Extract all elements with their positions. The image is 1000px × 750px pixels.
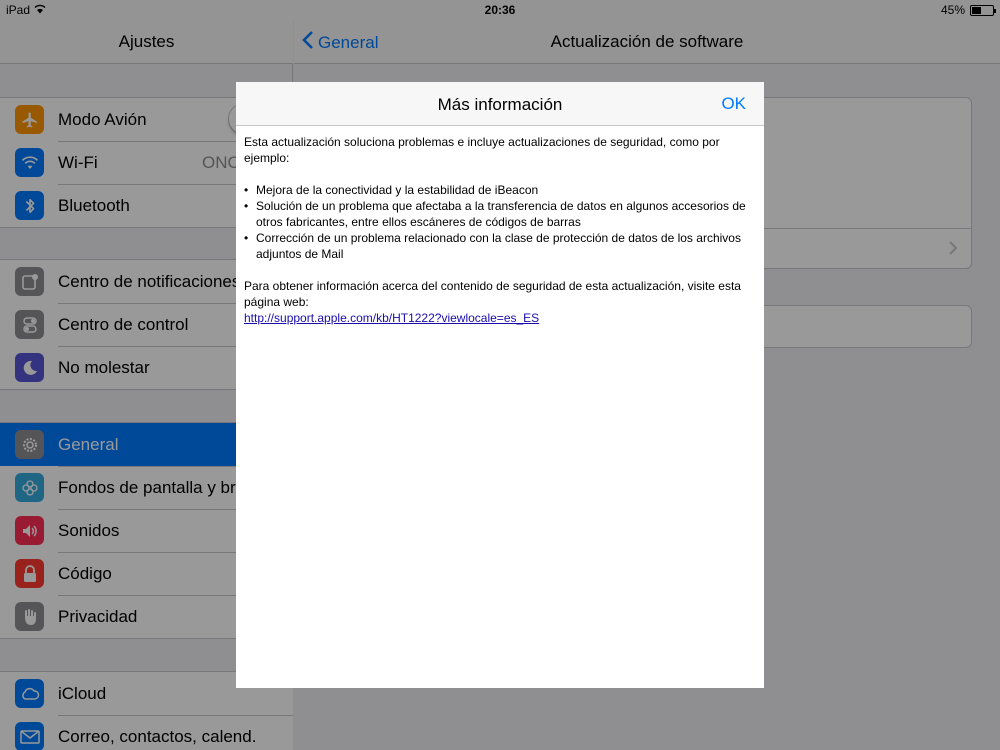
ok-button[interactable]: OK: [721, 94, 746, 114]
modal-header: Más información OK: [236, 82, 764, 126]
list-item: Solución de un problema que afectaba a l…: [244, 198, 756, 230]
security-info-link[interactable]: http://support.apple.com/kb/HT1222?viewl…: [244, 311, 539, 325]
list-item: Mejora de la conectividad y la estabilid…: [244, 182, 756, 198]
list-item: Corrección de un problema relacionado co…: [244, 230, 756, 262]
update-intro: Esta actualización soluciona problemas e…: [244, 135, 720, 165]
more-info-modal: Más información OK Esta actualización so…: [236, 82, 764, 688]
security-info-text: Para obtener información acerca del cont…: [244, 279, 741, 309]
fix-list: Mejora de la conectividad y la estabilid…: [244, 182, 756, 262]
modal-body: Esta actualización soluciona problemas e…: [244, 134, 756, 326]
modal-title: Más información: [437, 95, 563, 114]
